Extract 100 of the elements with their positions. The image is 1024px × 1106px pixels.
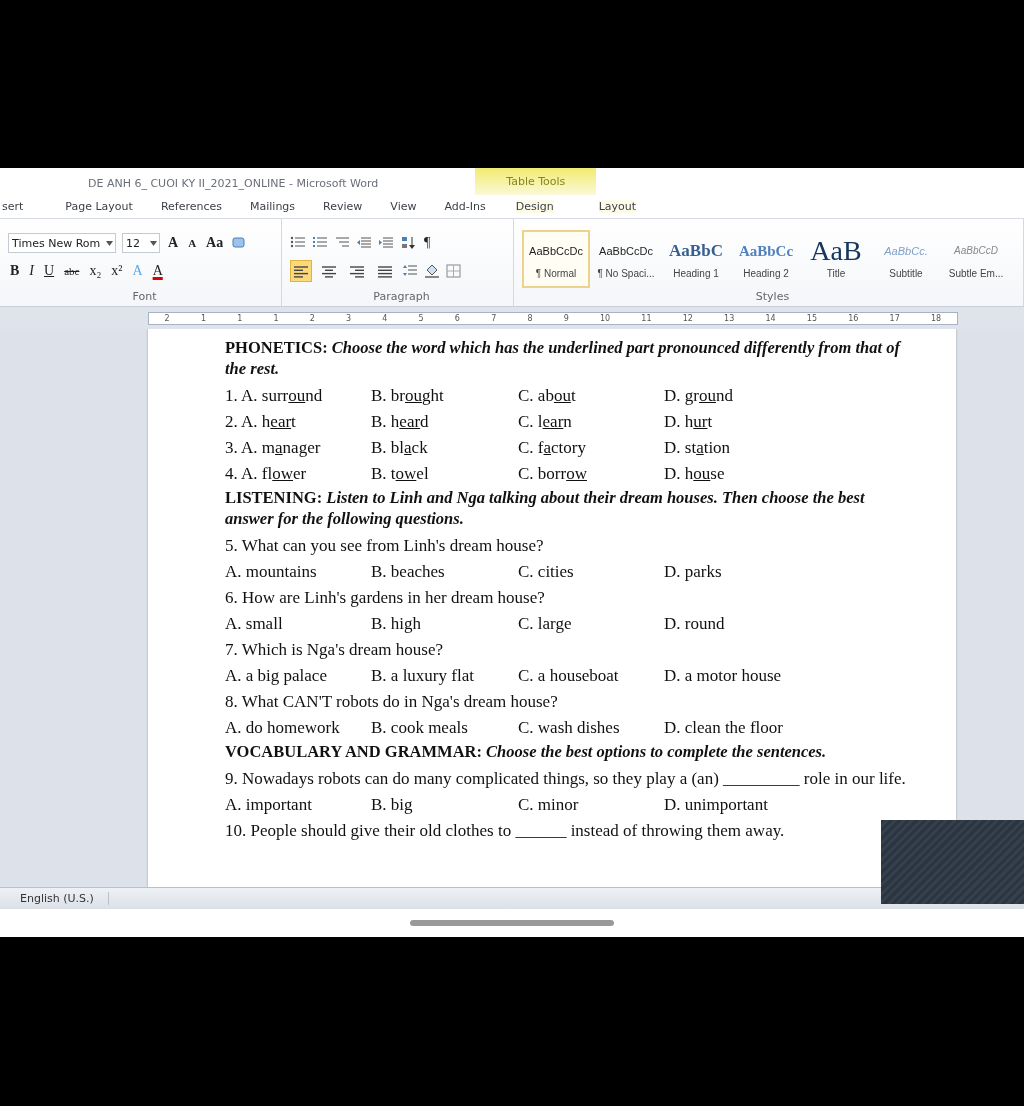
ruler-number: 8 (527, 313, 533, 323)
ruler-number: 3 (346, 313, 352, 323)
style-gallery-item[interactable]: AaBbCc. Subtitle (872, 230, 940, 288)
ruler-number: 11 (641, 313, 652, 323)
ruler-number: 6 (454, 313, 460, 323)
contextual-tab-label: Table Tools (475, 168, 597, 195)
ruler-number: 1 (273, 313, 279, 323)
ruler-number: 7 (491, 313, 497, 323)
style-gallery-item[interactable]: AaBbCcDc ¶ Normal (522, 230, 590, 288)
window-title: DE ANH 6_ CUOI KY II_2021_ONLINE - Microsoft Word (88, 177, 379, 190)
underline-button[interactable]: U (42, 260, 57, 282)
answer-option: C. a houseboat (518, 666, 664, 686)
answer-option: A. do homework (225, 718, 371, 738)
show-formatting-button[interactable]: ¶ (422, 232, 433, 254)
answer-option: D. clean the floor (664, 718, 824, 738)
increase-indent-icon (378, 236, 394, 250)
style-gallery-item[interactable]: AaBbCcD Subtle Em... (942, 230, 1010, 288)
answer-option: D. round (664, 614, 824, 634)
style-gallery-item[interactable]: AaBbCc Heading 2 (732, 230, 800, 288)
ribbon-tab[interactable]: View (390, 200, 417, 213)
ribbon-tab[interactable]: Review (323, 200, 363, 213)
color-button[interactable]: A (150, 260, 165, 282)
ruler-number: 4 (382, 313, 388, 323)
answer-option: C. about (518, 386, 664, 406)
multilevel-list-icon (334, 236, 350, 250)
ruler-number: 5 (418, 313, 424, 323)
ruler-number: 2 (309, 313, 315, 323)
answer-option: C. wash dishes (518, 718, 664, 738)
section-instruction: VOCABULARY AND GRAMMAR: Choose the best options to complete the sentences. (225, 741, 828, 762)
answer-option: 2. A. heart (225, 412, 371, 432)
paint-bucket-icon (424, 264, 440, 278)
ruler-number: 13 (724, 313, 735, 323)
answer-option: B. big (371, 795, 518, 815)
language-status[interactable]: English (U.S.) (0, 892, 109, 905)
decrease-indent-icon (356, 236, 372, 250)
ruler-number: 16 (848, 313, 859, 323)
answer-option: D. house (664, 464, 824, 484)
align-left-button[interactable] (290, 260, 312, 282)
line-spacing-icon (402, 264, 418, 278)
ribbon-tab[interactable]: References (160, 200, 222, 213)
dropdown-caret-icon (150, 240, 157, 246)
font-size-field[interactable]: 12 (122, 233, 160, 253)
answer-option: A. a big palace (225, 666, 371, 686)
answer-option: B. towel (371, 464, 518, 484)
font-name-field[interactable]: Times New Rom (8, 233, 116, 253)
answer-option: D. unimportant (664, 795, 824, 815)
sub-button[interactable]: x₂ (87, 260, 104, 282)
strike-button[interactable]: abc (62, 260, 82, 282)
style-gallery-item[interactable]: AaBbCcDc ¶ No Spaci... (592, 230, 660, 288)
style-gallery-item[interactable]: AaB Title (802, 230, 870, 288)
shrink-font-button[interactable]: A (186, 232, 199, 254)
answer-option: B. a luxury flat (371, 666, 518, 686)
style-gallery-item[interactable]: AaBbC Heading 1 (662, 230, 730, 288)
answer-option: C. borrow (518, 464, 664, 484)
ruler-number: 2 (164, 313, 170, 323)
section-instruction: PHONETICS: Choose the word which has the underlined part pronounced differently from that of the rest. (225, 337, 903, 379)
bullet-list-icon (290, 236, 306, 250)
align-justify-icon (377, 264, 393, 278)
answer-option: A. small (225, 614, 371, 634)
answer-option: B. black (371, 438, 518, 458)
ribbon-tab[interactable]: Layout (598, 200, 637, 213)
align-right-icon (349, 264, 365, 278)
answer-option: C. minor (518, 795, 664, 815)
ruler-number: 1 (200, 313, 206, 323)
italic-button[interactable]: I (27, 260, 36, 282)
answer-option: D. ground (664, 386, 824, 406)
dropdown-caret-icon (106, 240, 113, 246)
ruler-number: 12 (682, 313, 693, 323)
group-label: Font (132, 290, 157, 303)
answer-option: 3. A. manager (225, 438, 371, 458)
ruler-number: 9 (563, 313, 569, 323)
answer-option: D. station (664, 438, 824, 458)
answer-option: C. factory (518, 438, 664, 458)
answer-option: 4. A. flower (225, 464, 371, 484)
grow-font-button[interactable]: A (166, 232, 181, 254)
case-font-button[interactable]: Aa (204, 232, 226, 254)
question-text: 10. People should give their old clothes to ______ instead of throwing them away. (225, 820, 786, 842)
answer-option: D. parks (664, 562, 824, 582)
ribbon-tab[interactable]: Add-Ins (444, 200, 486, 213)
ruler-number: 10 (599, 313, 611, 323)
question-text: 5. What can you see from Linh's dream house? (225, 535, 545, 557)
answer-option: A. important (225, 795, 371, 815)
ribbon-tab[interactable]: Page Layout (65, 200, 133, 213)
answer-option: A. mountains (225, 562, 371, 582)
ruler-number: 1 (237, 313, 243, 323)
answer-option: D. a motor house (664, 666, 824, 686)
sup-button[interactable]: x² (109, 260, 125, 282)
ruler-number: 17 (889, 313, 900, 323)
answer-option: C. learn (518, 412, 664, 432)
ribbon-tab[interactable]: Design (515, 200, 554, 213)
group-label: Styles (755, 290, 790, 303)
ribbon-tab[interactable]: Mailings (250, 200, 296, 213)
answer-option: B. brought (371, 386, 518, 406)
bold-button[interactable]: B (8, 260, 22, 282)
question-text: 9. Nowadays robots can do many complicated things, so they play a (an) _________ role in our life. (225, 768, 907, 790)
ruler-number: 14 (765, 313, 776, 323)
answer-option: B. high (371, 614, 518, 634)
answer-option: B. heard (371, 412, 518, 432)
answer-option: D. hurt (664, 412, 824, 432)
ribbon-tab[interactable]: sert (2, 200, 24, 213)
